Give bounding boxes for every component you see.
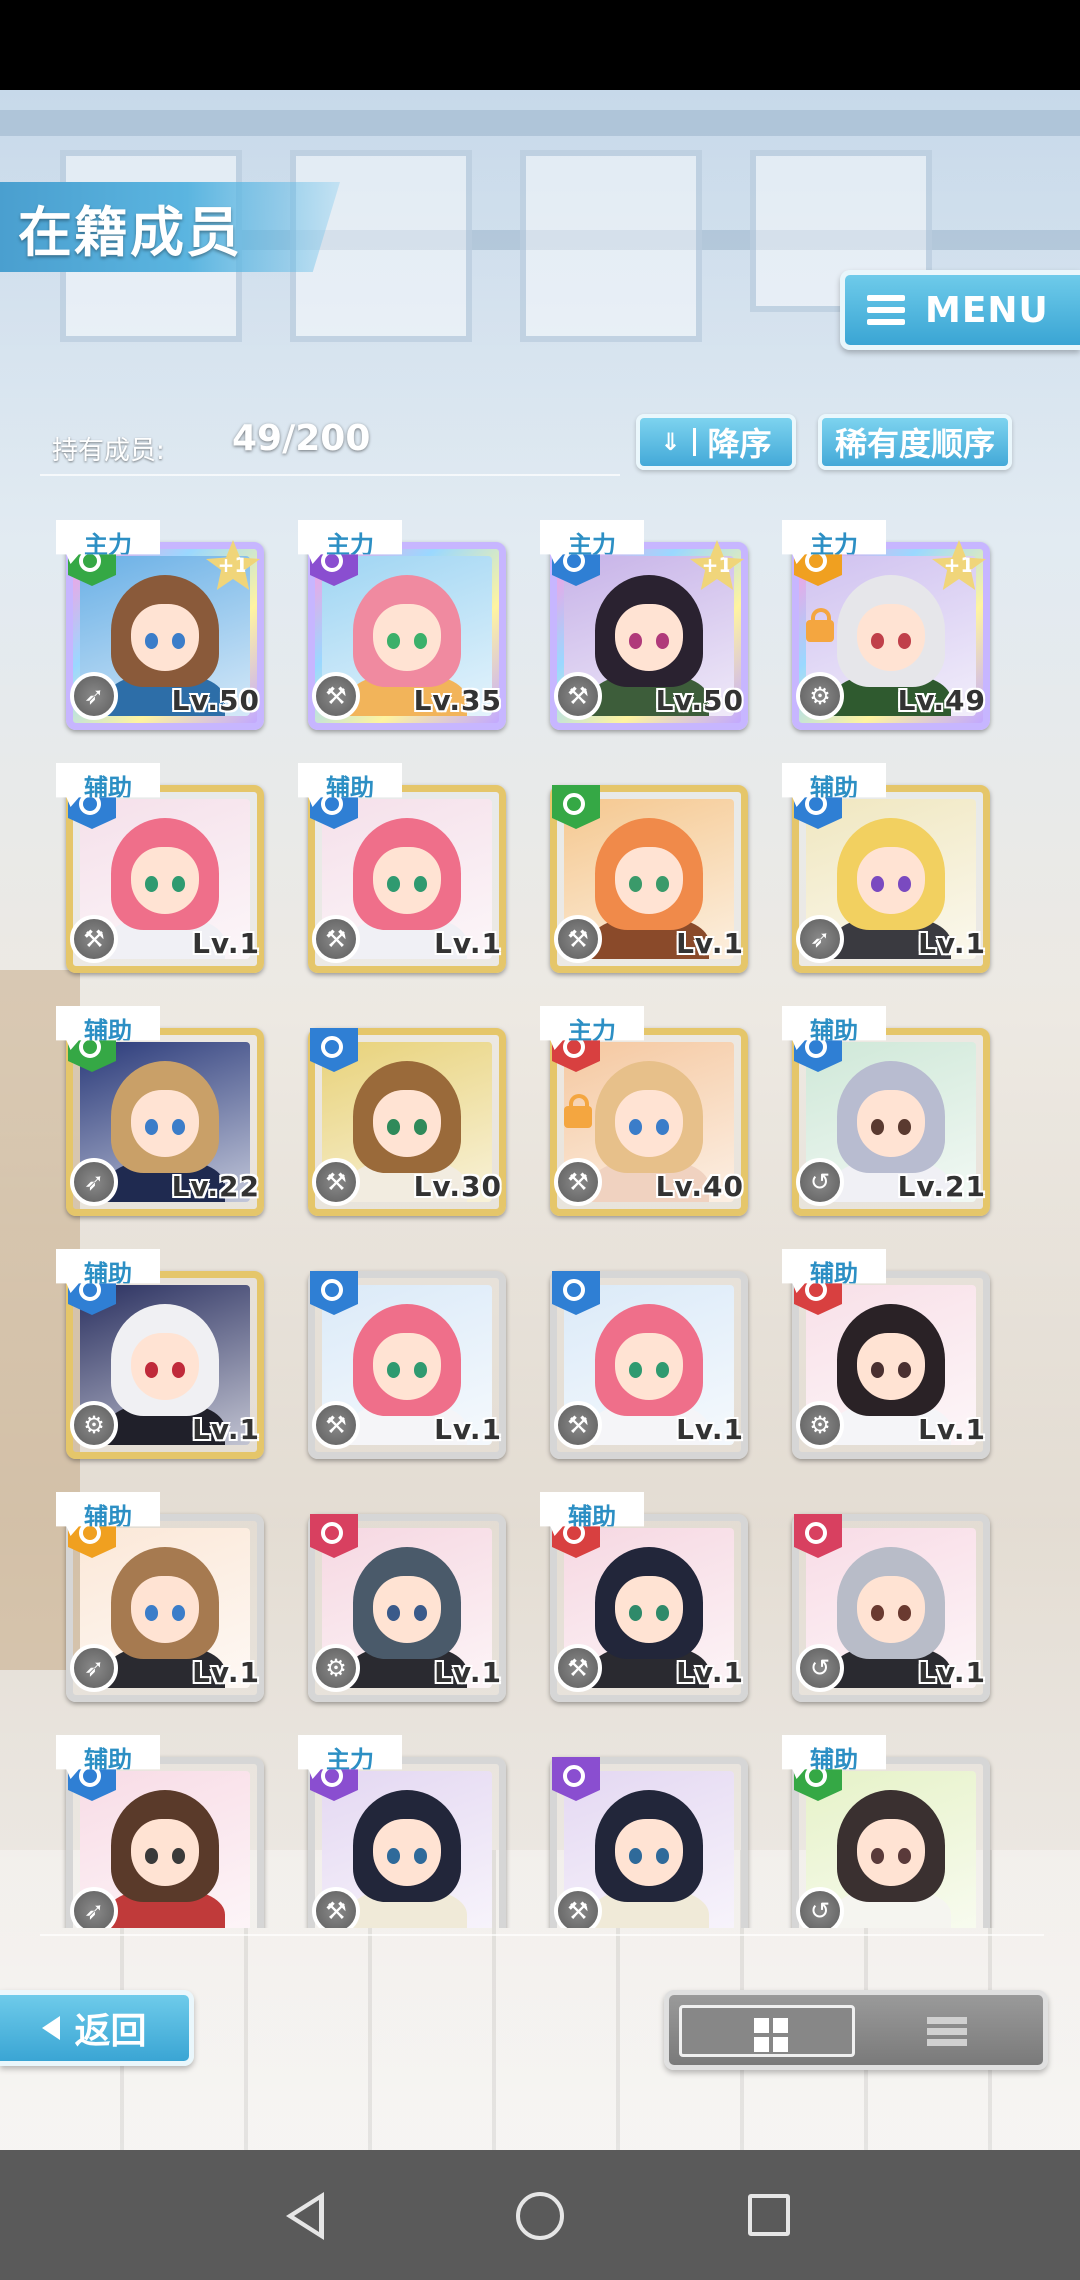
gear-icon: ⚙ xyxy=(796,1401,844,1449)
member-card[interactable]: ⚒ Lv.1 xyxy=(298,1249,506,1459)
level-label: Lv.1 xyxy=(434,1656,502,1689)
member-card[interactable]: 主力 ⚒ xyxy=(298,1735,506,1928)
level-label: Lv.1 xyxy=(918,1413,986,1446)
gear-icon: ⚙ xyxy=(312,1644,360,1692)
level-label: Lv.40 xyxy=(655,1170,744,1203)
sort-order-button[interactable]: ⇓ 降序 xyxy=(636,414,796,470)
rocket-icon: ➶ xyxy=(70,1887,118,1928)
hammer-icon: ⚒ xyxy=(312,1401,360,1449)
wrench-icon: ⚒ xyxy=(554,1158,602,1206)
gear-icon: ⚙ xyxy=(796,672,844,720)
member-card[interactable]: ⚒ Lv.1 xyxy=(540,1249,748,1459)
member-card[interactable]: 辅助 ⚙ Lv.1 xyxy=(782,1249,990,1459)
level-label: Lv.49 xyxy=(897,684,986,717)
list-view-button[interactable] xyxy=(857,2005,1033,2057)
member-grid: 主力 +1 ➶ Lv.50 主力 ⚒ Lv.35 主力 +1 ⚒ Lv.50 主力 +1 ⚙ Lv.49 辅助… xyxy=(0,520,1080,1928)
back-arrow-icon xyxy=(42,2016,61,2040)
member-card[interactable]: 主力 +1 ➶ Lv.50 xyxy=(56,520,264,730)
lock-icon xyxy=(564,1094,592,1128)
double-chevron-down-icon: ⇓ xyxy=(660,428,696,456)
member-count-value: 49/200 xyxy=(232,418,371,459)
level-label: Lv.22 xyxy=(171,1170,260,1203)
android-nav-bar xyxy=(0,2150,1080,2280)
back-label: 返回 xyxy=(74,2011,147,2052)
member-card[interactable]: 辅助 ➶ Lv.1 xyxy=(782,763,990,973)
member-count-label: 持有成员: xyxy=(52,436,165,466)
member-card[interactable]: 辅助 ➶ Lv.22 xyxy=(56,1006,264,1216)
gear-icon: ⚙ xyxy=(70,1401,118,1449)
level-label: Lv.1 xyxy=(676,1413,744,1446)
level-label: Lv.35 xyxy=(413,684,502,717)
hammer-icon: ⚒ xyxy=(70,915,118,963)
member-card[interactable]: 主力 +1 ⚒ Lv.50 xyxy=(540,520,748,730)
count-underline xyxy=(40,474,620,476)
level-label: Lv.1 xyxy=(918,1656,986,1689)
status-bar xyxy=(0,0,1080,90)
list-view-icon xyxy=(927,2017,967,2047)
member-card[interactable]: 辅助 ➶ xyxy=(56,1735,264,1928)
grid-view-button[interactable] xyxy=(679,2005,855,2057)
level-label: Lv.1 xyxy=(676,927,744,960)
member-card[interactable]: 辅助 ⚒ Lv.1 xyxy=(298,763,506,973)
member-card[interactable]: 主力 ⚒ Lv.35 xyxy=(298,520,506,730)
member-card[interactable]: 辅助 ⚙ Lv.1 xyxy=(56,1249,264,1459)
member-card[interactable]: 辅助 ⚒ Lv.1 xyxy=(56,763,264,973)
menu-label: MENU xyxy=(925,289,1049,331)
nav-recent-apps-icon[interactable] xyxy=(748,2194,790,2236)
hammer-icon: ⚒ xyxy=(312,915,360,963)
nav-home-icon[interactable] xyxy=(516,2192,564,2240)
hook-icon: ↺ xyxy=(796,1887,844,1928)
level-label: Lv.1 xyxy=(434,1413,502,1446)
level-label: Lv.30 xyxy=(413,1170,502,1203)
hammer-icon: ⚒ xyxy=(554,1887,602,1928)
level-label: Lv.50 xyxy=(655,684,744,717)
grid-view-icon xyxy=(754,2018,788,2052)
rocket-icon: ➶ xyxy=(796,915,844,963)
back-button[interactable]: 返回 xyxy=(0,1990,194,2066)
level-label: Lv.1 xyxy=(434,927,502,960)
member-card[interactable]: ⚙ Lv.1 xyxy=(298,1492,506,1702)
member-card[interactable]: 主力 +1 ⚙ Lv.49 xyxy=(782,520,990,730)
level-label: Lv.50 xyxy=(171,684,260,717)
member-card[interactable]: ⚒ xyxy=(540,1735,748,1928)
view-toggle xyxy=(664,1990,1048,2070)
member-card[interactable]: 辅助 ↺ Lv.21 xyxy=(782,1006,990,1216)
member-card[interactable]: 辅助 ⚒ Lv.1 xyxy=(540,1492,748,1702)
level-label: Lv.1 xyxy=(192,1413,260,1446)
member-card[interactable]: 辅助 ↺ xyxy=(782,1735,990,1928)
background-window xyxy=(520,150,702,342)
sort-order-label: 降序 xyxy=(707,425,772,463)
grid-divider xyxy=(40,1934,1044,1936)
level-label: Lv.1 xyxy=(192,1656,260,1689)
hook-icon: ↺ xyxy=(796,1644,844,1692)
level-label: Lv.1 xyxy=(192,927,260,960)
member-card[interactable]: 主力 ⚒ Lv.40 xyxy=(540,1006,748,1216)
hammer-icon: ⚒ xyxy=(312,672,360,720)
member-card[interactable]: 辅助 ➶ Lv.1 xyxy=(56,1492,264,1702)
nav-back-icon[interactable] xyxy=(286,2192,324,2240)
hammer-icon: ⚒ xyxy=(312,1158,360,1206)
hammer-icon: ⚒ xyxy=(312,1887,360,1928)
sort-rarity-button[interactable]: 稀有度顺序 xyxy=(818,414,1012,470)
rocket-icon: ➶ xyxy=(70,1158,118,1206)
rocket-icon: ➶ xyxy=(70,1644,118,1692)
wrench-icon: ⚒ xyxy=(554,1644,602,1692)
lock-icon xyxy=(806,608,834,642)
member-card[interactable]: ⚒ Lv.30 xyxy=(298,1006,506,1216)
level-label: Lv.21 xyxy=(897,1170,986,1203)
level-label: Lv.1 xyxy=(918,927,986,960)
hammer-icon: ⚒ xyxy=(554,915,602,963)
level-label: Lv.1 xyxy=(676,1656,744,1689)
member-card[interactable]: ⚒ Lv.1 xyxy=(540,763,748,973)
member-card[interactable]: ↺ Lv.1 xyxy=(782,1492,990,1702)
rocket-icon: ➶ xyxy=(70,672,118,720)
hammer-icon: ⚒ xyxy=(554,1401,602,1449)
hook-icon: ↺ xyxy=(796,1158,844,1206)
background-beam xyxy=(0,110,1080,136)
menu-button[interactable]: MENU xyxy=(840,270,1080,350)
hamburger-icon xyxy=(867,295,905,325)
wrench-icon: ⚒ xyxy=(554,672,602,720)
page-title: 在籍成员 xyxy=(18,201,242,264)
